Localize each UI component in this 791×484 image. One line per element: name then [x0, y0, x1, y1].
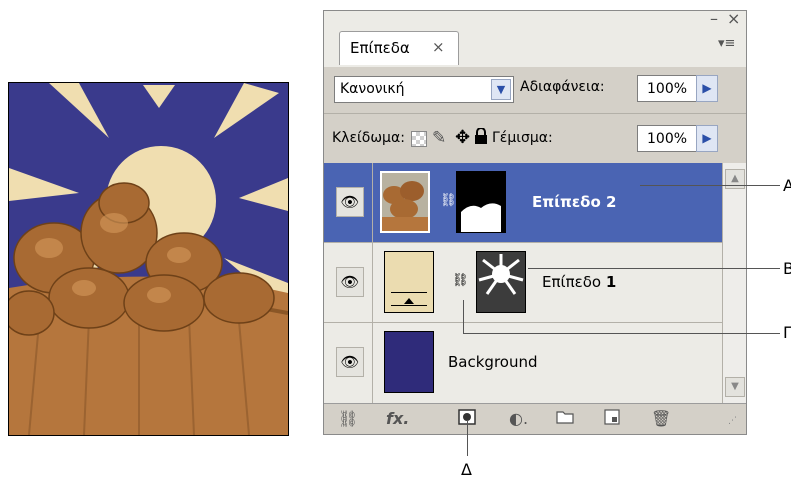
- panel-menu-icon[interactable]: ▾≡: [718, 36, 735, 51]
- chain-link-icon[interactable]: ⛓: [440, 193, 457, 208]
- callout-a: Α: [783, 176, 791, 195]
- callout-d: Δ: [461, 460, 472, 479]
- resize-grip-icon[interactable]: ⋰: [728, 416, 737, 426]
- callout-a-line: [640, 185, 780, 186]
- lock-label: Κλείδωμα:: [332, 130, 405, 146]
- divider: [372, 323, 373, 403]
- composite-image: [8, 82, 289, 436]
- divider: [324, 113, 746, 114]
- chain-link-icon[interactable]: ⛓: [452, 273, 469, 288]
- link-layers-icon[interactable]: ⛓: [338, 409, 358, 428]
- callout-c-line: [463, 333, 780, 334]
- tab-close-icon[interactable]: ×: [432, 38, 445, 56]
- layer-row-layer-2[interactable]: 👁 ⛓ Επίπεδο 2: [324, 163, 722, 243]
- layer-name: Background: [448, 353, 538, 371]
- fill-slider-button[interactable]: ▶: [696, 125, 718, 152]
- layer-row-layer-1[interactable]: 👁 ⛓ Επίπεδο 1: [324, 243, 722, 323]
- adjustment-fill-thumbnail[interactable]: [384, 251, 434, 313]
- callout-d-line: [467, 420, 468, 456]
- close-icon[interactable]: ×: [727, 9, 740, 28]
- layer-mask-thumbnail[interactable]: [456, 171, 506, 233]
- tab-label: Επίπεδα: [350, 39, 410, 57]
- opacity-value: 100%: [647, 81, 688, 97]
- layers-scrollbar[interactable]: ▲ ▼: [722, 163, 746, 403]
- layer-thumbnail[interactable]: [384, 331, 434, 393]
- blend-mode-value: Κανονική: [340, 81, 405, 97]
- blend-mode-select[interactable]: Κανονική ▼: [334, 76, 514, 103]
- layers-toolbar: ⛓ fx. ◐. 🗑 ⋰: [324, 403, 746, 434]
- fx-icon[interactable]: fx.: [386, 409, 409, 428]
- layer-name-number: 1: [605, 273, 617, 291]
- layer-thumbnail[interactable]: [380, 171, 430, 233]
- scroll-up-icon[interactable]: ▲: [725, 169, 745, 189]
- callout-b: Β: [783, 259, 791, 278]
- trash-icon[interactable]: 🗑: [651, 409, 671, 428]
- new-layer-icon[interactable]: [604, 409, 620, 429]
- divider: [372, 163, 373, 243]
- visibility-eye-icon[interactable]: 👁: [336, 347, 364, 377]
- visibility-eye-icon[interactable]: 👁: [336, 187, 364, 217]
- callout-b-line: [528, 268, 780, 269]
- adjustment-layer-icon[interactable]: ◐.: [509, 409, 528, 428]
- scroll-down-icon[interactable]: ▼: [725, 377, 745, 397]
- fill-label: Γέμισμα:: [492, 130, 553, 146]
- callout-c: Γ: [783, 323, 791, 342]
- layer-mask-thumbnail[interactable]: [476, 251, 526, 313]
- lock-position-move-icon[interactable]: ✥: [455, 127, 470, 148]
- group-folder-icon[interactable]: [556, 409, 574, 428]
- layer-name: Επίπεδο 2: [532, 193, 617, 211]
- opacity-slider-button[interactable]: ▶: [696, 75, 718, 102]
- layer-name: Επίπεδο 1: [542, 273, 616, 291]
- chevron-down-icon[interactable]: ▼: [491, 79, 511, 100]
- panel-titlebar: Επίπεδα × – × ▾≡: [324, 9, 746, 67]
- divider: [372, 243, 373, 323]
- lock-transparency-icon[interactable]: [411, 131, 427, 147]
- layers-list: 👁 ⛓ Επίπεδο 2 👁 ⛓ Επίπεδο 1 👁 Background: [324, 163, 722, 403]
- lock-pixels-brush-icon[interactable]: ✎: [432, 128, 446, 148]
- minimize-icon[interactable]: –: [710, 9, 718, 28]
- visibility-eye-icon[interactable]: 👁: [336, 267, 364, 297]
- tab-layers[interactable]: Επίπεδα ×: [339, 31, 459, 65]
- layer-name-prefix: Επίπεδο: [542, 273, 606, 291]
- layers-panel: Επίπεδα × – × ▾≡ Κανονική ▼ Αδιαφάνεια: …: [323, 9, 747, 435]
- lock-all-icon[interactable]: [474, 127, 488, 148]
- layer-row-background[interactable]: 👁 Background: [324, 323, 722, 403]
- opacity-label: Αδιαφάνεια:: [520, 79, 605, 95]
- fill-value: 100%: [647, 131, 688, 147]
- callout-c-line-v: [463, 300, 464, 334]
